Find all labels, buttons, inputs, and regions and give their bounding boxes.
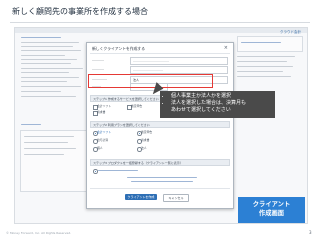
background-line: [21, 55, 65, 57]
background-line: [237, 66, 293, 68]
background-line: [21, 86, 81, 88]
client-name-input[interactable]: ――――――――――――: [130, 57, 228, 65]
section-plan: ステップ2 利用プランを選択してください: [90, 121, 230, 128]
background-line: [21, 46, 73, 48]
page-number: 3: [309, 230, 312, 235]
callout-item: 法人を選択した場合は、決算月も: [171, 100, 272, 107]
dialog-row: ―――― ――――――――――: [92, 66, 228, 74]
background-line: [237, 56, 295, 58]
dialog-title: 新しくクライアントを作成する: [92, 46, 146, 51]
option-label: 確定申告: [141, 130, 153, 134]
dialog-divider: [90, 188, 230, 189]
option-label: 請求書: [97, 110, 106, 114]
badge-line: クライアント: [252, 201, 291, 208]
slide-title: 新しく顧問先の事業所を作成する場合: [12, 7, 148, 16]
background-panel: [20, 130, 88, 192]
background-line: [21, 50, 81, 52]
background-line: [21, 81, 67, 83]
background-brand: クラウド会計: [280, 30, 301, 34]
staff-link-line[interactable]: [127, 177, 197, 179]
section-staff-label: ステップ3 プロダクトを一括登録する（クライアント一覧に表示）: [93, 160, 183, 165]
option-label: 個人: [97, 146, 103, 150]
option-label: 会計ソフト: [97, 104, 111, 108]
background-line: [237, 61, 287, 63]
background-line: [21, 63, 71, 65]
row-label: ――――: [92, 67, 104, 71]
copyright: © Money Forward, Inc. All Rights Reserve…: [6, 231, 72, 235]
create-client-dialog: 新しくクライアントを作成する × ―――― ―――――――――――― ―――― …: [86, 42, 234, 209]
option-label: 給与計算: [97, 138, 109, 142]
background-line: [21, 124, 41, 126]
option-label: 会計ソフト: [97, 130, 111, 134]
background-line: [21, 91, 61, 93]
screen-name-badge: クライアント 作成画面: [238, 197, 305, 223]
badge-line: 作成画面: [258, 210, 285, 217]
radio-staff[interactable]: [93, 169, 98, 174]
background-line: [21, 72, 69, 74]
section-staff: ステップ3 プロダクトを一括登録する（クライアント一覧に表示）: [90, 159, 230, 166]
staff-option-line: [98, 170, 138, 172]
background-line: [21, 68, 83, 70]
background-topbar: [15, 28, 307, 33]
callout-item: あわせて選択してください: [171, 106, 231, 113]
cancel-button[interactable]: キャンセル: [163, 194, 189, 202]
create-client-button[interactable]: クライアントを作成: [125, 194, 157, 200]
instruction-callout: 個人事業主か法人かを選択 法人を選択した場合は、決算月も あわせて選択してくださ…: [160, 91, 275, 118]
section-plan-label: ステップ2 利用プランを選択してください: [93, 122, 150, 127]
option-label: 法人: [141, 146, 147, 150]
close-icon[interactable]: ×: [224, 45, 228, 51]
background-line: [21, 96, 76, 98]
background-line: [21, 37, 61, 39]
client-code-input[interactable]: ――――――――――: [130, 66, 228, 74]
section-service-label: ステップ1 作成するサービスを選択してください: [93, 96, 159, 101]
background-line: [21, 42, 79, 44]
row-label: ――――: [92, 58, 104, 62]
background-line: [237, 71, 283, 73]
background-line: [21, 59, 77, 61]
option-label: 請求書: [141, 138, 150, 142]
option-label: 確定申告: [131, 104, 143, 108]
placeholder-line: ――――――――――: [133, 68, 163, 72]
dialog-row: ―――― ――――――――――――: [92, 57, 228, 65]
background-line: [237, 76, 291, 78]
background-line: [21, 77, 79, 79]
callout-item: 個人事業主か法人かを選択: [171, 93, 272, 100]
dialog-divider: [90, 53, 230, 54]
staff-link-line[interactable]: [131, 181, 193, 183]
title-divider: [10, 22, 310, 23]
placeholder-line: ――――――――――――: [133, 59, 169, 63]
background-panel: [237, 36, 303, 52]
